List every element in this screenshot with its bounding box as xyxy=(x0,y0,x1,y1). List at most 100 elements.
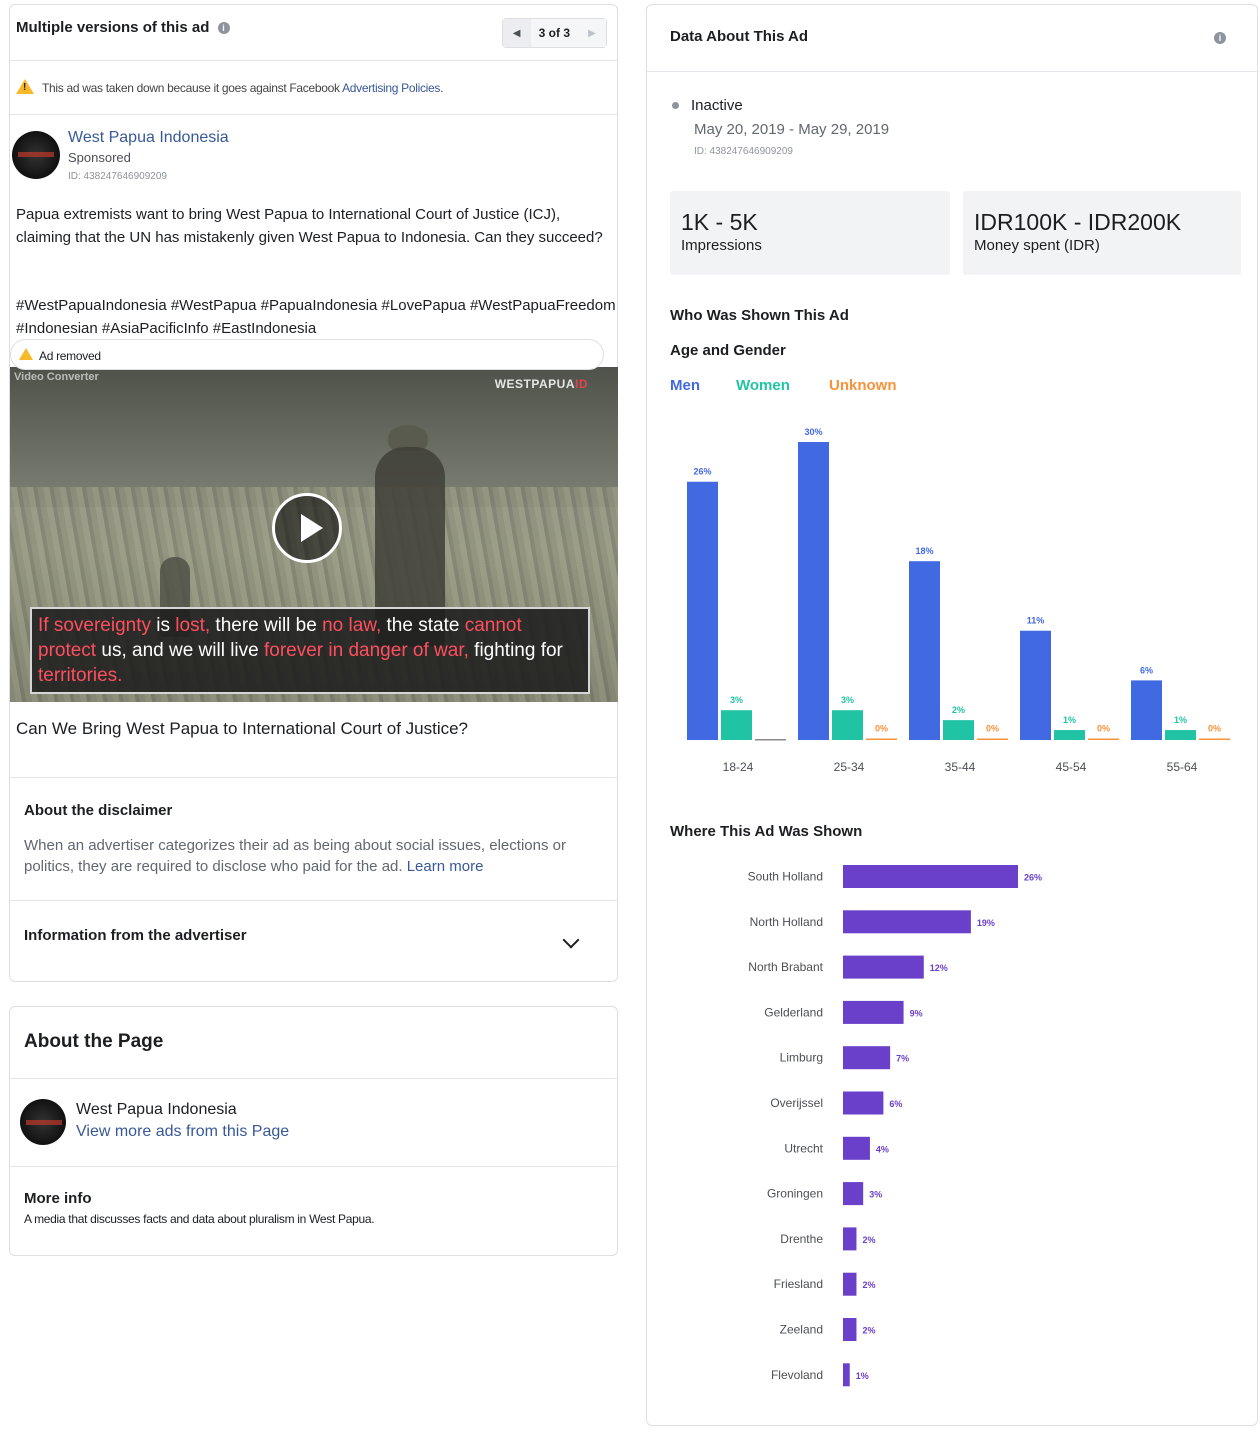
region-label: Flevoland xyxy=(771,1368,823,1382)
warning-icon xyxy=(19,348,33,360)
divider xyxy=(10,1078,617,1079)
age-tick-label: 45-54 xyxy=(1056,760,1087,774)
legend-women[interactable]: Women xyxy=(736,377,790,394)
region-label: North Holland xyxy=(750,915,823,929)
play-icon[interactable] xyxy=(272,493,342,563)
about-page-title: About the Page xyxy=(24,1031,164,1052)
age-bar-label: 30% xyxy=(804,427,822,437)
next-version-button[interactable]: ▶ xyxy=(578,19,606,47)
age-bar-label: 1% xyxy=(1174,715,1187,725)
view-more-ads-link[interactable]: View more ads from this Page xyxy=(76,1123,289,1141)
chevron-down-icon[interactable] xyxy=(562,931,580,949)
age-bar-label: 11% xyxy=(1027,616,1045,626)
ad-removed-banner: Ad removed xyxy=(10,339,604,370)
video-subtitle: If sovereignty is lost, there will be no… xyxy=(30,607,590,694)
spend-card: IDR100K - IDR200K Money spent (IDR) xyxy=(963,191,1241,275)
region-bar xyxy=(843,955,924,979)
age-gender-title: Age and Gender xyxy=(670,342,786,359)
region-label: Groningen xyxy=(767,1187,823,1201)
age-bar-women xyxy=(1165,730,1196,740)
divider xyxy=(647,71,1259,72)
ad-video[interactable]: Video Converter WESTPAPUAID If sovereign… xyxy=(10,367,618,702)
info-icon[interactable]: i xyxy=(217,22,230,35)
legend-unknown[interactable]: Unknown xyxy=(829,377,897,394)
region-bar xyxy=(843,1363,850,1387)
age-bar-women xyxy=(1054,730,1085,740)
region-bar-label: 3% xyxy=(869,1190,882,1200)
disclaimer-text: When an advertiser categorizes their ad … xyxy=(24,837,566,875)
region-bar xyxy=(843,1272,857,1296)
age-bar-label: 0% xyxy=(986,724,999,734)
region-label: Gelderland xyxy=(764,1005,823,1019)
divider xyxy=(10,1166,617,1167)
age-bar-men xyxy=(1131,680,1162,740)
region-bar-label: 2% xyxy=(862,1235,875,1245)
age-bar-women xyxy=(832,710,863,740)
page-name: West Papua Indonesia xyxy=(76,1101,237,1118)
ad-id: ID: 438247646909209 xyxy=(694,146,793,157)
region-label: Utrecht xyxy=(784,1141,823,1155)
data-about-ad-title: Data About This Ad xyxy=(670,28,809,45)
region-bar xyxy=(843,1318,857,1341)
ad-removed-label: Ad removed xyxy=(39,349,101,363)
age-bar-label: 18% xyxy=(915,546,933,556)
previous-version-button[interactable]: ◀ xyxy=(502,19,531,47)
age-bar-women xyxy=(721,710,752,740)
advertising-policies-link[interactable]: Advertising Policies xyxy=(342,81,440,95)
age-bar-men xyxy=(909,561,940,740)
page-avatar[interactable] xyxy=(20,1099,66,1145)
age-bar-label: 0% xyxy=(1208,724,1221,734)
info-icon[interactable]: i xyxy=(1214,32,1226,44)
age-bar-label: 0% xyxy=(875,724,888,734)
age-bar-label: 6% xyxy=(1140,665,1153,675)
version-pager: ◀ 3 of 3 ▶ xyxy=(501,18,607,48)
region-bar-label: 26% xyxy=(1024,873,1042,883)
region-bar xyxy=(843,1136,870,1160)
ad-id: ID: 438247646909209 xyxy=(68,171,167,182)
advertiser-avatar[interactable] xyxy=(12,131,60,179)
age-bar-men xyxy=(687,481,718,740)
divider xyxy=(10,777,618,778)
region-bar xyxy=(843,910,971,934)
region-bar xyxy=(843,1182,864,1206)
region-label: North Brabant xyxy=(748,960,823,974)
advertiser-name-link[interactable]: West Papua Indonesia xyxy=(68,129,229,147)
ad-card: Multiple versions of this ad i ◀ 3 of 3 … xyxy=(9,4,618,982)
ad-run-dates: May 20, 2019 - May 29, 2019 xyxy=(694,121,890,138)
region-label: Zeeland xyxy=(780,1323,823,1337)
advertiser-info-toggle[interactable]: Information from the advertiser xyxy=(24,927,247,944)
region-bar xyxy=(843,1227,857,1251)
impressions-label: Impressions xyxy=(681,237,762,254)
region-bar-label: 1% xyxy=(856,1371,869,1381)
age-tick-label: 18-24 xyxy=(723,760,754,774)
status-dot-icon xyxy=(672,102,679,109)
region-bar xyxy=(843,1000,904,1024)
page-description: A media that discusses facts and data ab… xyxy=(24,1212,375,1226)
ad-data-panel: Data About This Ad i Inactive May 20, 20… xyxy=(646,4,1259,1426)
region-label: Drenthe xyxy=(780,1232,823,1246)
region-bar-label: 7% xyxy=(896,1054,909,1064)
age-bar-women xyxy=(943,720,974,740)
age-bar-unknown xyxy=(1199,738,1230,740)
age-bar-men xyxy=(1020,630,1051,740)
where-shown-title: Where This Ad Was Shown xyxy=(670,823,863,840)
spend-label: Money spent (IDR) xyxy=(974,237,1100,254)
spend-value: IDR100K - IDR200K xyxy=(974,209,1182,235)
learn-more-link[interactable]: Learn more xyxy=(407,858,484,875)
age-tick-label: 55-64 xyxy=(1167,760,1198,774)
takedown-notice: ! This ad was taken down because it goes… xyxy=(10,61,617,115)
ad-versions-title: Multiple versions of this ad xyxy=(16,19,210,36)
age-bar-unknown xyxy=(866,738,897,740)
age-bar-men xyxy=(798,442,829,740)
warning-icon: ! xyxy=(16,79,34,94)
region-chart: South Holland 26% North Holland 19% North Br… xyxy=(748,865,1042,1387)
region-bar-label: 19% xyxy=(977,918,995,928)
region-bar-label: 6% xyxy=(889,1099,902,1109)
age-bar-label: 3% xyxy=(730,695,743,705)
age-bar-unknown xyxy=(977,738,1008,740)
ad-versions-header: Multiple versions of this ad i ◀ 3 of 3 … xyxy=(10,5,617,61)
legend-men[interactable]: Men xyxy=(670,377,700,394)
region-bar-label: 9% xyxy=(910,1008,923,1018)
region-bar-label: 2% xyxy=(862,1280,875,1290)
disclaimer-title: About the disclaimer xyxy=(24,802,173,819)
